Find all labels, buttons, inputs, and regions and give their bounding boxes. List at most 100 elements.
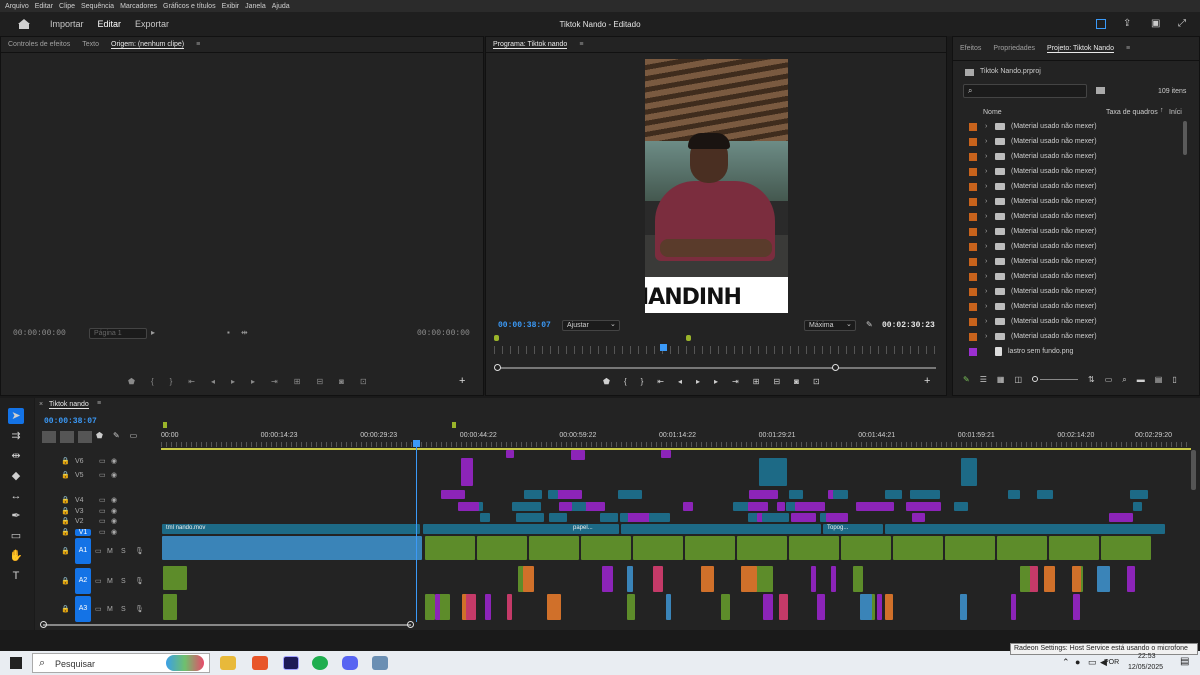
label-color-swatch[interactable]	[969, 212, 977, 221]
quick-export-icon[interactable]: ▣	[1151, 18, 1160, 29]
solo-button[interactable]: S	[121, 606, 135, 613]
play-button[interactable]: ▸	[696, 377, 700, 386]
project-row[interactable]: › (Material usado não mexer)	[953, 149, 1189, 164]
clip-audio[interactable]	[877, 594, 882, 620]
eye-icon[interactable]: ◉	[111, 471, 117, 479]
step-forward-icon[interactable]: ▸	[251, 377, 255, 386]
clip-audio[interactable]	[547, 594, 561, 620]
rectangle-tool-icon[interactable]: ▭	[8, 528, 24, 544]
project-row[interactable]: › (Material usado não mexer)	[953, 119, 1189, 134]
new-folder-icon[interactable]: ▬	[1137, 375, 1145, 385]
lock-icon[interactable]: 🔒	[61, 507, 75, 515]
track-label[interactable]: V5	[75, 472, 91, 479]
playhead-line[interactable]	[416, 442, 417, 622]
search-highlight-icon[interactable]	[166, 655, 204, 671]
eye-icon[interactable]: ◉	[111, 496, 117, 504]
clip-video[interactable]	[524, 490, 542, 499]
expand-chevron-icon[interactable]: ›	[985, 318, 995, 325]
clip-v6[interactable]	[661, 450, 671, 458]
list-view-icon[interactable]: ☰	[980, 375, 987, 385]
expand-chevron-icon[interactable]: ›	[985, 273, 995, 280]
step-forward-icon[interactable]: ▸	[714, 377, 718, 386]
lock-icon[interactable]: 🔒	[61, 528, 75, 536]
clip-v1[interactable]: papel...	[569, 524, 619, 534]
track-select-icon[interactable]: ⇉	[8, 428, 24, 444]
clip-video[interactable]	[911, 490, 934, 499]
column-start[interactable]: Iníci	[1169, 109, 1182, 116]
clip-audio[interactable]	[466, 594, 476, 620]
whatsapp-icon[interactable]	[312, 656, 328, 670]
clock-date[interactable]: 12/05/2025	[1128, 664, 1163, 671]
project-row[interactable]: › (Material usado não mexer)	[953, 209, 1189, 224]
program-mini-ruler[interactable]	[494, 346, 940, 354]
program-zoom-bar[interactable]	[496, 367, 936, 369]
project-row[interactable]: › (Material usado não mexer)	[953, 134, 1189, 149]
eye-icon[interactable]: ◉	[111, 457, 117, 465]
tab-project[interactable]: Projeto: Tiktok Nando	[1047, 45, 1114, 53]
clip-audio-a3[interactable]	[163, 594, 177, 620]
tab-properties[interactable]: Propriedades	[993, 45, 1035, 52]
label-color-swatch[interactable]	[969, 152, 977, 161]
clip-audio[interactable]	[885, 594, 893, 620]
clip-audio-a1[interactable]	[893, 536, 943, 560]
clip-video[interactable]	[1130, 490, 1148, 499]
slip-tool-icon[interactable]: ↔	[8, 488, 24, 504]
project-row[interactable]: › (Material usado não mexer)	[953, 329, 1189, 344]
clip-video[interactable]	[912, 513, 925, 522]
track-label[interactable]: V4	[75, 497, 91, 504]
add-marker-icon[interactable]: ⬟	[96, 431, 103, 443]
solo-button[interactable]: S	[121, 578, 135, 585]
clip-audio[interactable]	[817, 594, 825, 620]
clip-audio-a1[interactable]	[581, 536, 631, 560]
clip-audio[interactable]	[507, 594, 512, 620]
sort-icon[interactable]: ⇅	[1088, 375, 1095, 385]
zoom-handle-left[interactable]	[494, 364, 501, 371]
clip-audio-a1[interactable]	[789, 536, 839, 560]
clip-video[interactable]	[748, 502, 768, 511]
pen-tool-icon[interactable]: ✒	[8, 508, 24, 524]
clip-audio-a2[interactable]	[163, 566, 187, 590]
clip-video[interactable]	[559, 502, 572, 511]
search-field[interactable]: ⌕	[963, 84, 1087, 98]
expand-chevron-icon[interactable]: ›	[985, 258, 995, 265]
ripple-edit-icon[interactable]: ⇹	[8, 448, 24, 464]
timeline-close-icon[interactable]: ×	[39, 401, 43, 408]
sync-lock-icon[interactable]: ▭	[99, 457, 111, 465]
expand-chevron-icon[interactable]: ›	[985, 138, 995, 145]
clip-audio[interactable]	[960, 594, 967, 620]
label-color-swatch[interactable]	[969, 242, 977, 251]
project-row[interactable]: › (Material usado não mexer)	[953, 269, 1189, 284]
clip-video[interactable]	[649, 513, 670, 522]
tab-effects[interactable]: Efeitos	[960, 45, 981, 52]
clip-v1[interactable]	[885, 524, 1165, 534]
playhead-handle[interactable]	[413, 440, 420, 447]
clip-audio-a1[interactable]	[633, 536, 683, 560]
new-bin-icon[interactable]	[1096, 87, 1105, 94]
clip-audio[interactable]	[627, 566, 633, 592]
clip-audio[interactable]	[1011, 594, 1016, 620]
add-button-icon[interactable]: +	[459, 375, 465, 387]
export-frame-icon[interactable]: ⊡	[360, 377, 367, 386]
panel-menu-icon[interactable]: ≡	[579, 41, 583, 48]
expand-chevron-icon[interactable]: ›	[985, 153, 995, 160]
label-color-swatch[interactable]	[969, 137, 977, 146]
icon-view-icon[interactable]: ▦	[997, 375, 1005, 385]
clip-video[interactable]	[1133, 502, 1142, 511]
clip-audio[interactable]	[1044, 566, 1055, 592]
clip-audio[interactable]	[721, 594, 730, 620]
program-playhead[interactable]	[660, 344, 667, 351]
menu-item[interactable]: Arquivo	[5, 3, 29, 10]
go-to-in-icon[interactable]: ⇤	[188, 377, 195, 386]
brave-browser-icon[interactable]	[252, 656, 268, 670]
hand-tool-icon[interactable]: ✋	[8, 548, 24, 564]
clip-video[interactable]	[1109, 513, 1133, 522]
clip-video[interactable]	[571, 502, 586, 511]
clip-v5[interactable]	[461, 458, 473, 486]
app-window-icon[interactable]	[372, 656, 388, 670]
clip-video[interactable]	[600, 513, 618, 522]
premiere-pro-icon[interactable]	[283, 656, 299, 670]
menu-item[interactable]: Gráficos e títulos	[163, 3, 216, 10]
tab-text[interactable]: Texto	[82, 41, 99, 48]
project-row[interactable]: › (Material usado não mexer)	[953, 254, 1189, 269]
lock-icon[interactable]: 🔒	[61, 517, 75, 525]
